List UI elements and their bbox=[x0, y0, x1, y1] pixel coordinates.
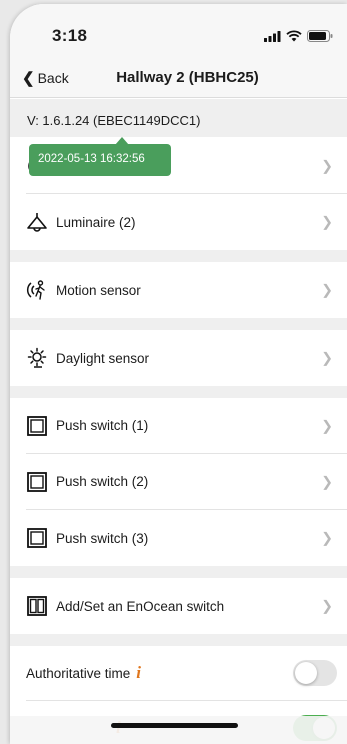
push-switch-icon bbox=[26, 527, 48, 549]
timestamp-tooltip: 2022-05-13 16:32:56 bbox=[29, 137, 171, 176]
lamp-icon bbox=[26, 211, 48, 233]
chevron-right-icon: ❯ bbox=[321, 157, 333, 173]
wifi-icon bbox=[286, 30, 302, 42]
info-icon[interactable]: i bbox=[136, 663, 141, 683]
menu-label: Push switch (1) bbox=[56, 418, 149, 433]
motion-sensor-icon bbox=[26, 279, 48, 301]
sun-icon bbox=[26, 347, 48, 369]
section-gap bbox=[10, 318, 347, 330]
app-screen: 3:18 ❮ Back Hallway 2 (HBHC25) V: 1.6.1.… bbox=[10, 4, 347, 744]
signal-icon bbox=[264, 30, 281, 42]
chevron-right-icon: ❯ bbox=[321, 281, 333, 298]
menu-label: Luminaire (2) bbox=[56, 214, 136, 230]
firmware-version: V: 1.6.1.24 (EBEC1149DCC1) bbox=[10, 99, 347, 137]
chevron-right-icon: ❯ bbox=[321, 417, 333, 433]
menu-row-push-switch-1[interactable]: Push switch (1) ❯ bbox=[10, 398, 347, 453]
menu-row-luminaire[interactable]: Luminaire (2) ❯ bbox=[10, 194, 347, 250]
navigation-bar: ❮ Back Hallway 2 (HBHC25) bbox=[10, 60, 347, 98]
menu-row-add-enocean-switch[interactable]: Add/Set an EnOcean switch ❯ bbox=[10, 578, 347, 634]
chevron-right-icon: ❯ bbox=[321, 349, 333, 366]
page-title: Hallway 2 (HBHC25) bbox=[116, 69, 259, 86]
menu-label: Daylight sensor bbox=[56, 350, 150, 366]
home-indicator[interactable] bbox=[111, 723, 238, 728]
status-bar: 3:18 bbox=[10, 4, 347, 60]
menu-row-daylight-sensor[interactable]: Daylight sensor ❯ bbox=[10, 330, 347, 386]
section-gap bbox=[10, 634, 347, 646]
setting-label: Authoritative time bbox=[26, 665, 131, 681]
menu-label: Push switch (3) bbox=[56, 530, 149, 546]
chevron-right-icon: ❯ bbox=[321, 213, 333, 230]
status-icons bbox=[264, 30, 333, 42]
section-gap bbox=[10, 250, 347, 262]
bottom-safe-area bbox=[10, 716, 347, 744]
menu-label: Push switch (2) bbox=[56, 474, 149, 489]
chevron-right-icon: ❯ bbox=[321, 597, 333, 614]
status-time: 3:18 bbox=[52, 26, 88, 45]
chevron-right-icon: ❯ bbox=[321, 473, 333, 489]
setting-row-authoritative-time: Authoritative time i bbox=[10, 646, 347, 700]
menu-row-push-switch-3[interactable]: Push switch (3) ❯ bbox=[10, 510, 347, 566]
push-switch-icon bbox=[26, 415, 48, 437]
section-gap bbox=[10, 386, 347, 398]
chevron-right-icon: ❯ bbox=[321, 529, 333, 546]
authoritative-time-toggle[interactable] bbox=[293, 660, 337, 686]
tooltip-text: 2022-05-13 16:32:56 bbox=[38, 153, 145, 165]
section-gap bbox=[10, 566, 347, 578]
enocean-switch-icon bbox=[26, 595, 48, 617]
toggle-knob bbox=[295, 662, 317, 684]
push-switch-icon bbox=[26, 471, 48, 493]
menu-row-motion-sensor[interactable]: Motion sensor ❯ bbox=[10, 262, 347, 318]
tooltip-arrow bbox=[115, 137, 129, 145]
battery-icon bbox=[307, 30, 333, 42]
menu-label: Motion sensor bbox=[56, 282, 141, 298]
menu-label: Add/Set an EnOcean switch bbox=[56, 598, 225, 614]
menu-row-push-switch-2[interactable]: Push switch (2) ❯ bbox=[10, 454, 347, 509]
